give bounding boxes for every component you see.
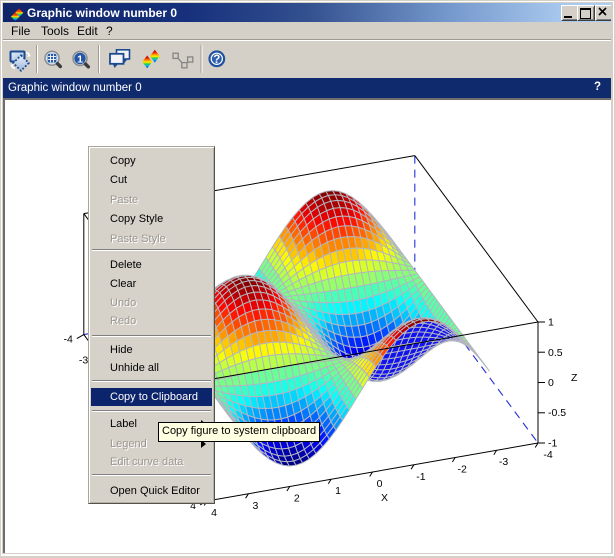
svg-text:X: X	[381, 492, 388, 504]
svg-text:-4: -4	[63, 334, 72, 346]
svg-text:3: 3	[252, 500, 258, 512]
svg-text:1: 1	[335, 485, 341, 497]
svg-text:Z: Z	[571, 372, 578, 384]
svg-text:-1: -1	[548, 438, 557, 450]
svg-text:-2: -2	[458, 464, 467, 476]
svg-text:-3: -3	[499, 456, 508, 468]
svg-text:-3: -3	[79, 354, 88, 366]
svg-text:-1: -1	[416, 471, 425, 483]
svg-text:-4: -4	[543, 449, 552, 461]
svg-text:0: 0	[377, 478, 383, 490]
svg-text:0.5: 0.5	[548, 347, 563, 359]
svg-text:2: 2	[294, 493, 300, 505]
svg-text:4: 4	[211, 507, 217, 519]
svg-text:-0.5: -0.5	[548, 407, 566, 419]
svg-text:0: 0	[548, 377, 554, 389]
svg-text:1: 1	[548, 317, 554, 329]
